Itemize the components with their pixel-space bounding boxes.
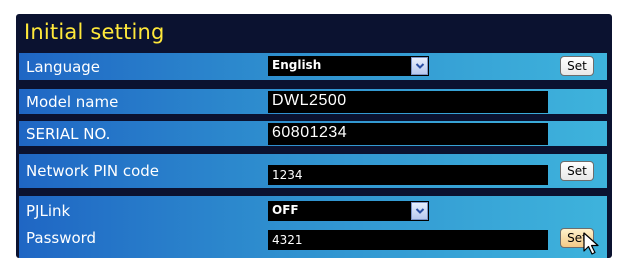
pjlink-group: PJLink OFF Password 4321 Set bbox=[19, 196, 607, 258]
language-select[interactable]: English bbox=[268, 56, 429, 76]
initial-setting-panel: Initial setting Language English Set Mod… bbox=[16, 14, 612, 258]
model-name-label: Model name bbox=[26, 93, 119, 111]
model-name-field: DWL2500 bbox=[268, 91, 548, 113]
pjlink-value: OFF bbox=[272, 203, 299, 217]
password-input[interactable]: 4321 bbox=[268, 230, 548, 250]
network-pin-set-button[interactable]: Set bbox=[560, 161, 594, 181]
network-pin-input[interactable]: 1234 bbox=[268, 165, 548, 185]
language-row: Language English Set bbox=[19, 53, 607, 80]
pjlink-select[interactable]: OFF bbox=[268, 201, 429, 221]
network-pin-value: 1234 bbox=[272, 168, 303, 182]
model-name-row: Model name DWL2500 bbox=[19, 89, 607, 114]
language-value: English bbox=[272, 58, 322, 72]
serial-field: 60801234 bbox=[268, 123, 548, 145]
serial-value: 60801234 bbox=[272, 124, 348, 141]
password-value: 4321 bbox=[272, 233, 303, 247]
serial-label: SERIAL NO. bbox=[26, 125, 111, 143]
mouse-pointer-icon bbox=[583, 232, 599, 255]
network-pin-row: Network PIN code 1234 Set bbox=[19, 154, 607, 188]
serial-row: SERIAL NO. 60801234 bbox=[19, 121, 607, 146]
language-label: Language bbox=[26, 58, 101, 76]
panel-title: Initial setting bbox=[24, 20, 165, 44]
chevron-down-icon[interactable] bbox=[411, 202, 428, 220]
pjlink-label: PJLink bbox=[26, 202, 71, 220]
chevron-down-icon[interactable] bbox=[411, 57, 428, 75]
network-pin-label: Network PIN code bbox=[26, 162, 160, 180]
language-set-button[interactable]: Set bbox=[560, 56, 594, 76]
password-label: Password bbox=[26, 229, 97, 247]
model-name-value: DWL2500 bbox=[272, 92, 347, 109]
